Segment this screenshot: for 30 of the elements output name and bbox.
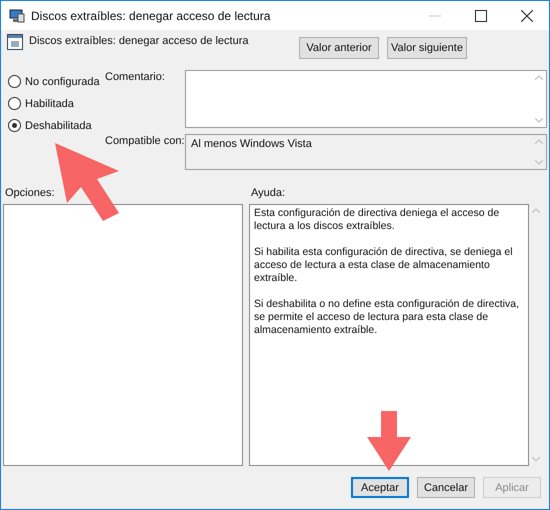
scroll-down-icon [535, 118, 543, 123]
radio-label[interactable]: No configurada [25, 76, 100, 88]
navigation-button[interactable]: Valor anterior [299, 37, 379, 59]
comment-field[interactable] [185, 70, 547, 128]
scroll-down-icon [535, 160, 543, 165]
dialog-button[interactable]: Cancelar [417, 477, 475, 498]
close-icon[interactable] [521, 10, 533, 22]
scroll-up-icon [535, 75, 543, 80]
scroll-up-icon [535, 139, 543, 144]
help-paragraph: Esta configuración de directiva deniega el acceso de lectura a los discos extraíbles. [254, 207, 500, 233]
field-label: Comentario: [105, 70, 166, 85]
policy-title: Discos extraíbles: denegar acceso de lectura [29, 35, 249, 47]
window-title: Discos extraíbles: denegar acceso de lectura [31, 8, 270, 22]
arrow-drawing [367, 411, 411, 471]
radio-button[interactable] [8, 75, 21, 88]
dialog-button[interactable]: Aceptar [351, 477, 409, 498]
radio-button[interactable] [8, 119, 21, 132]
section-label: Opciones: [4, 187, 56, 199]
navigation-button[interactable]: Valor siguiente [387, 37, 467, 59]
help-paragraph: Si habilita esta configuración de directiva, se deniega el acceso de lectura a esta clase de almacenamiento extraíble. [254, 246, 514, 285]
policy-icon [7, 34, 23, 50]
radio-label[interactable]: Habilitada [25, 98, 74, 110]
field-label: Compatible con: [105, 134, 185, 149]
maximize-icon[interactable] [475, 10, 487, 22]
section-label: Ayuda: [251, 187, 286, 199]
radio-button[interactable] [8, 97, 21, 110]
computer-icon [9, 8, 25, 22]
help-paragraph: Si deshabilita o no define esta configuración de directiva, se permite el acceso de lectura para esta clase de almacenamiento extraíble. [254, 298, 520, 337]
radio-label[interactable]: Deshabilitada [25, 120, 92, 132]
field-value: Al menos Windows Vista [191, 138, 312, 150]
